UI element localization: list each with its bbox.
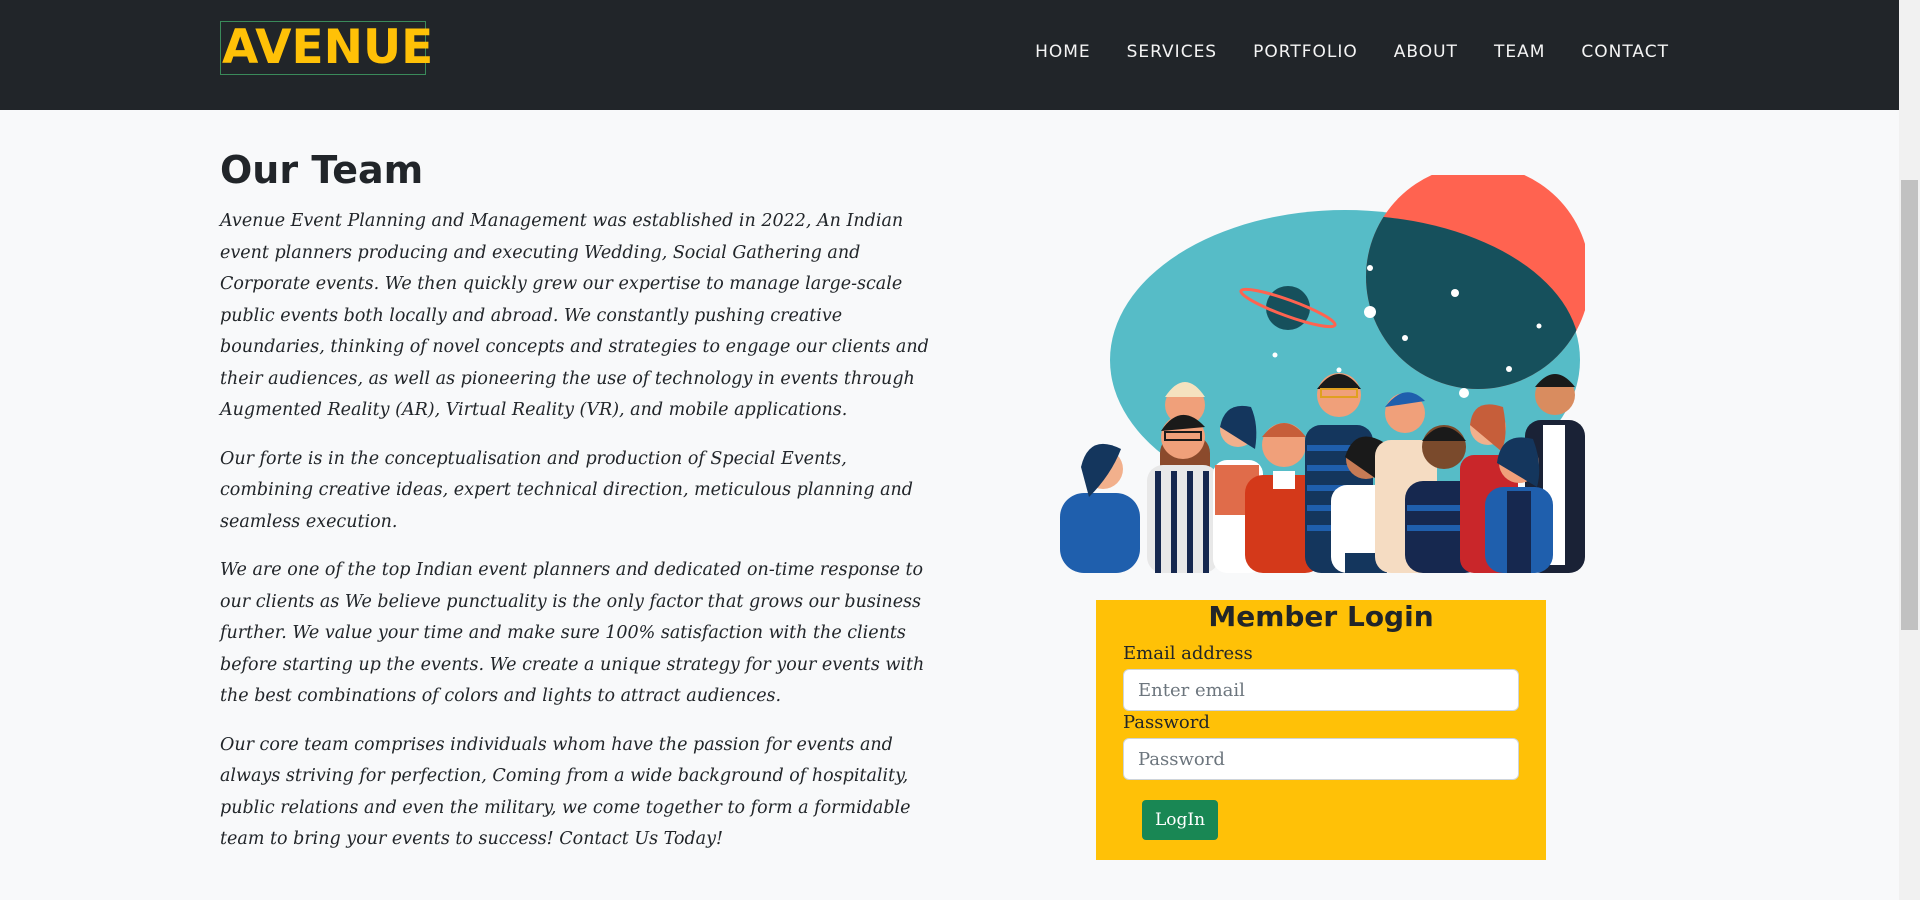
login-button[interactable]: LogIn xyxy=(1142,800,1218,840)
brand-logo[interactable]: AVENUE xyxy=(220,21,433,75)
page-scrollbar[interactable] xyxy=(1899,0,1920,900)
paragraph-commitment: We are one of the top Indian event plann… xyxy=(220,560,925,706)
email-field[interactable] xyxy=(1123,669,1519,711)
page-title: Our Team xyxy=(220,148,424,192)
nav-link-team[interactable]: TEAM xyxy=(1494,42,1545,64)
member-login-panel: Member Login Email address Password LogI… xyxy=(1096,600,1546,860)
paragraph-intro: Avenue Event Planning and Management was… xyxy=(220,211,929,420)
nav-link-services[interactable]: SERVICES xyxy=(1127,42,1217,64)
login-title: Member Login xyxy=(1208,600,1434,633)
navbar: AVENUE HOME SERVICES PORTFOLIO ABOUT TEA… xyxy=(0,0,1899,110)
scrollbar-thumb[interactable] xyxy=(1901,180,1918,630)
nav-links: HOME SERVICES PORTFOLIO ABOUT TEAM CONTA… xyxy=(999,42,1669,64)
password-field[interactable] xyxy=(1123,738,1519,780)
team-illustration xyxy=(1055,175,1585,573)
nav-link-home[interactable]: HOME xyxy=(1035,42,1091,64)
password-label: Password xyxy=(1123,712,1210,733)
email-label: Email address xyxy=(1123,643,1253,664)
team-description: Avenue Event Planning and Management was… xyxy=(220,206,945,873)
paragraph-forte: Our forte is in the conceptualisation an… xyxy=(220,448,913,532)
nav-link-portfolio[interactable]: PORTFOLIO xyxy=(1253,42,1358,64)
paragraph-core-team: Our core team comprises individuals whom… xyxy=(220,734,911,850)
nav-link-about[interactable]: ABOUT xyxy=(1394,42,1458,64)
nav-link-contact[interactable]: CONTACT xyxy=(1581,42,1669,64)
team-illustration-icon xyxy=(1060,175,1585,573)
